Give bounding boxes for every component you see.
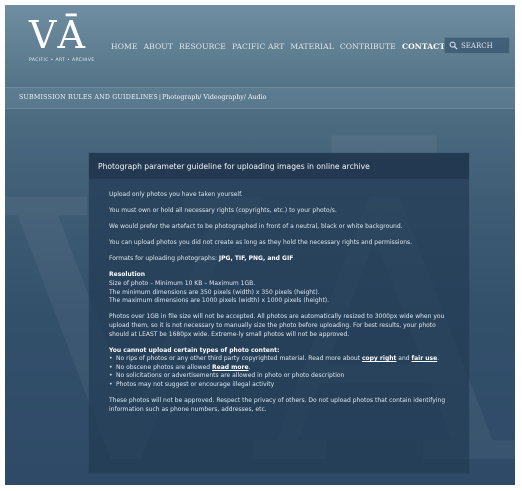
list-item: No obscene photos are allowed Read more.: [109, 364, 457, 373]
logo-mark: VĀ: [29, 13, 86, 57]
restrictions-list: No rips of photos or any other third par…: [109, 355, 457, 389]
subnav-link-videography[interactable]: Videography: [203, 94, 243, 101]
guideline-paragraph: Upload only photos you have taken yourse…: [109, 191, 243, 198]
resolution-line: The minimum dimensions are 350 pixels (w…: [109, 288, 320, 296]
list-item: No solicitations or advertisements are a…: [109, 372, 457, 381]
nav-item-contribute[interactable]: CONTRIBUTE: [340, 42, 396, 51]
list-item: No rips of photos or any other third par…: [109, 355, 457, 364]
logo-subtitle: PACIFIC • ART • ARCHIVE: [29, 58, 95, 63]
guideline-paragraph: These photos will not be approved. Respe…: [109, 397, 446, 413]
subnav-link-audio[interactable]: Audio: [248, 94, 266, 101]
restriction-text: .: [437, 355, 440, 363]
search-input[interactable]: [461, 41, 507, 50]
read-more-link[interactable]: Read more: [212, 364, 249, 371]
guideline-paragraph: You can upload photos you did not create…: [109, 239, 413, 247]
subnav-title: SUBMISSION RULES AND GUIDELINES: [19, 94, 158, 101]
nav-item-material[interactable]: MATERIAL: [290, 42, 334, 51]
main-nav: HOME ABOUT RESOURCE PACIFIC ART MATERIAL…: [111, 42, 451, 51]
guideline-paragraph: Photos over 1GB in file size will not be…: [109, 313, 445, 338]
panel-title-bar: Photograph parameter guideline for uploa…: [89, 153, 469, 179]
restrictions-section: You cannot upload certain types of photo…: [109, 347, 457, 390]
nav-item-about[interactable]: ABOUT: [144, 42, 173, 51]
nav-item-resource[interactable]: RESOURCE: [179, 42, 226, 51]
nav-item-pacific-art[interactable]: PACIFIC ART: [232, 42, 284, 51]
page-frame: VĀ VĀ PACIFIC • ART • ARCHIVE HOME ABOUT…: [5, 5, 515, 485]
panel-title: Photograph parameter guideline for uploa…: [98, 162, 370, 171]
search-icon[interactable]: [449, 41, 458, 50]
resolution-section: Resolution Size of photo – Minimum 10 KB…: [109, 271, 457, 305]
restriction-text: and: [396, 355, 412, 363]
subnav-link-photograph[interactable]: Photograph: [162, 94, 199, 101]
resolution-line: The maximum dimensions are 1000 pixels (…: [109, 297, 330, 305]
restrictions-heading: You cannot upload certain types of photo…: [109, 346, 280, 354]
guideline-paragraph: You must own or hold all necessary right…: [109, 207, 337, 215]
submission-subnav: SUBMISSION RULES AND GUIDELINES|Photogra…: [5, 87, 515, 109]
guideline-paragraph: We would prefer the artefact to be photo…: [109, 223, 403, 231]
panel-body: Upload only photos you have taken yourse…: [109, 191, 457, 422]
formats-prefix: Formats for uploading photographs:: [109, 255, 219, 263]
list-item: Photos may not suggest or encourage ille…: [109, 381, 457, 390]
resolution-heading: Resolution: [109, 271, 146, 279]
site-logo[interactable]: VĀ PACIFIC • ART • ARCHIVE: [29, 13, 94, 75]
restriction-text: .: [248, 363, 251, 371]
restriction-text: No rips of photos or any other third par…: [116, 355, 362, 363]
resolution-line: Size of photo – Minimum 10 KB – Maximum …: [109, 280, 256, 288]
formats-line: Formats for uploading photographs: JPG, …: [109, 255, 457, 264]
site-header: VĀ PACIFIC • ART • ARCHIVE HOME ABOUT RE…: [5, 5, 515, 80]
nav-item-home[interactable]: HOME: [111, 42, 138, 51]
search-box[interactable]: [444, 37, 510, 54]
guidelines-panel: Photograph parameter guideline for uploa…: [89, 153, 469, 473]
copyright-link[interactable]: copy right: [362, 355, 396, 362]
subnav-separator: |: [158, 94, 161, 101]
nav-item-contact[interactable]: CONTACT: [402, 42, 445, 51]
formats-value: JPG, TIF, PNG, and GIF: [218, 255, 294, 263]
restriction-text: No obscene photos are allowed: [116, 363, 213, 371]
fair-use-link[interactable]: fair use: [412, 355, 438, 362]
